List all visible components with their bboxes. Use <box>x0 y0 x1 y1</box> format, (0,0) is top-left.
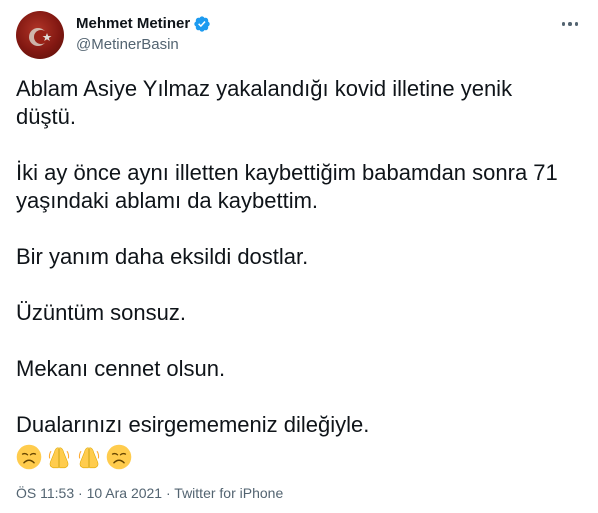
tweet-date[interactable]: 10 Ara 2021 <box>87 485 163 501</box>
tweet-meta: ÖS 11:53 · 10 Ara 2021 · Twitter for iPh… <box>16 484 283 502</box>
more-options-button[interactable] <box>558 14 582 34</box>
tweet-paragraph: Dualarınızı esirgememeniz dileğiyle. <box>16 412 370 437</box>
tweet-time[interactable]: ÖS 11:53 <box>16 485 74 501</box>
avatar[interactable] <box>16 11 64 59</box>
display-name[interactable]: Mehmet Metiner <box>76 14 190 34</box>
disappointed-face-icon <box>106 444 132 470</box>
more-dot-icon <box>574 22 579 26</box>
folded-hands-icon <box>48 447 70 469</box>
profile-avatar-icon <box>16 11 64 59</box>
emoji-row <box>16 443 576 471</box>
tweet-card: Mehmet Metiner @MetinerBasin Ablam Asiye… <box>0 0 598 513</box>
name-row: Mehmet Metiner <box>76 14 211 34</box>
tweet-paragraph: Bir yanım daha eksildi dostlar. <box>16 244 309 269</box>
meta-separator: · <box>78 485 83 501</box>
more-dot-icon <box>568 22 572 26</box>
tweet-paragraph: Üzüntüm sonsuz. <box>16 300 186 325</box>
tweet-paragraph: Mekanı cennet olsun. <box>16 356 226 381</box>
meta-separator: · <box>165 485 171 501</box>
tweet-text: Ablam Asiye Yılmaz yakalandığı kovid ill… <box>16 75 576 471</box>
more-dot-icon <box>561 22 566 26</box>
tweet-paragraph: İki ay önce aynı illetten kaybettiğim ba… <box>16 160 558 213</box>
folded-hands-icon <box>78 447 100 469</box>
tweet-paragraph: Ablam Asiye Yılmaz yakalandığı kovid ill… <box>16 76 513 129</box>
author-block: Mehmet Metiner @MetinerBasin <box>76 14 211 55</box>
tweet-source[interactable]: Twitter for iPhone <box>174 485 283 501</box>
disappointed-face-icon <box>16 444 42 470</box>
verified-badge-icon <box>193 15 211 33</box>
user-handle[interactable]: @MetinerBasin <box>76 35 211 55</box>
